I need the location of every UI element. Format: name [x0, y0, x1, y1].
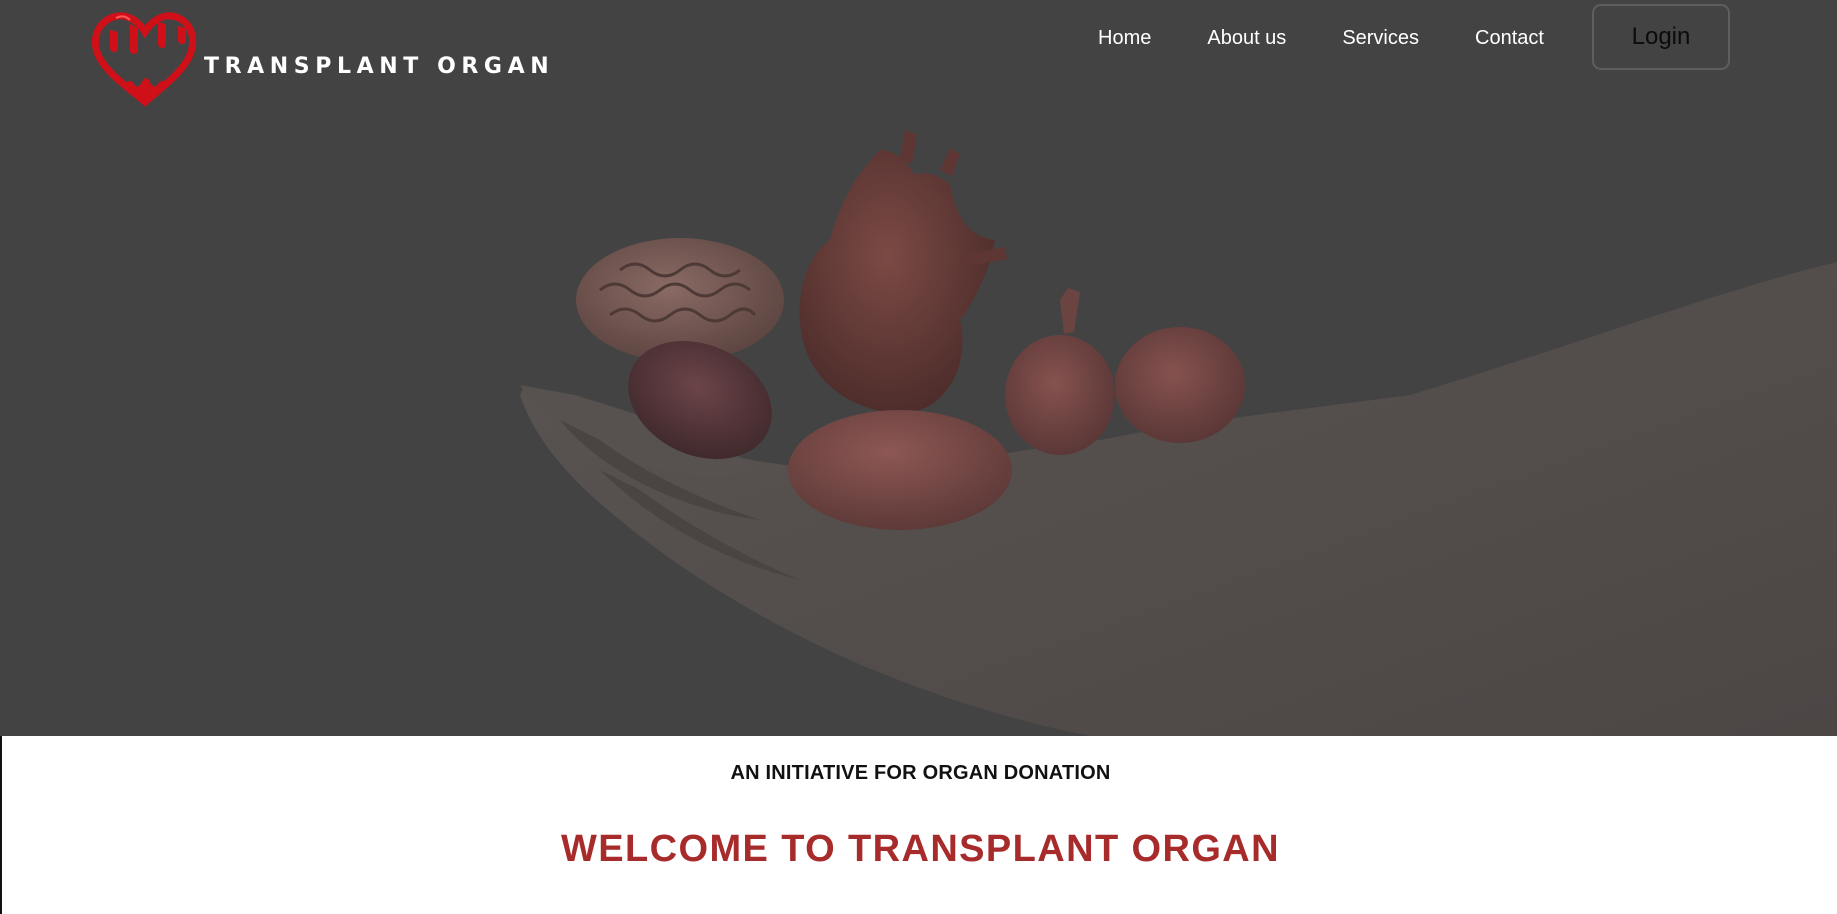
- hero-section: [0, 0, 1837, 736]
- intro-section: AN INITIATIVE FOR ORGAN DONATION WELCOME…: [0, 736, 1837, 914]
- page: TRANSPLANT ORGAN Home About us Services …: [0, 0, 1837, 914]
- nav-services-link[interactable]: Services: [1342, 26, 1419, 50]
- nav-contact-link[interactable]: Contact: [1475, 26, 1544, 50]
- brand-name: TRANSPLANT ORGAN: [204, 53, 555, 79]
- dripping-heart-icon: [92, 12, 197, 107]
- nav-home-link[interactable]: Home: [1098, 26, 1151, 50]
- site-header: TRANSPLANT ORGAN Home About us Services …: [0, 0, 1837, 110]
- main-nav: Home About us Services Contact: [1098, 26, 1600, 50]
- tagline: AN INITIATIVE FOR ORGAN DONATION: [730, 762, 1111, 784]
- brand-link[interactable]: TRANSPLANT ORGAN: [92, 10, 554, 110]
- nav-about-link[interactable]: About us: [1207, 26, 1286, 50]
- welcome-title: WELCOME TO TRANSPLANT ORGAN: [561, 828, 1280, 870]
- hero-image: [520, 130, 1837, 736]
- login-button[interactable]: Login: [1592, 4, 1730, 70]
